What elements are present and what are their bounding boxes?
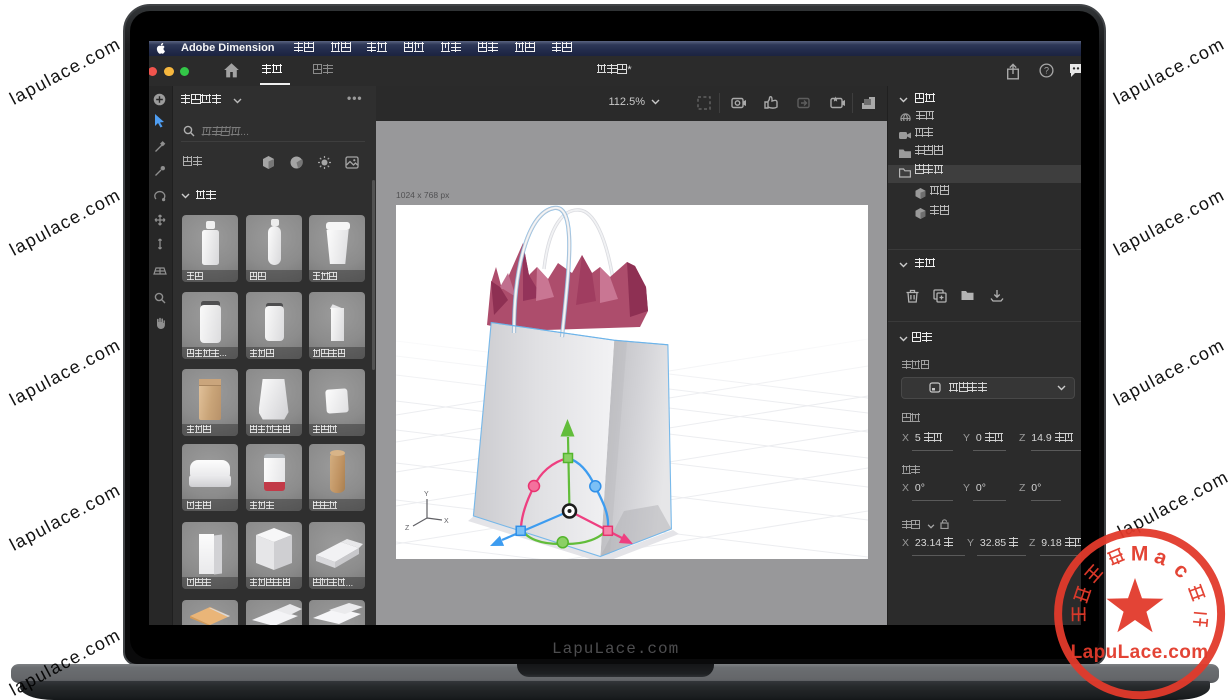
svg-text:X: X: [444, 518, 449, 525]
svg-text:?: ?: [1044, 66, 1049, 76]
svg-text:c: c: [1169, 558, 1194, 583]
svg-text:Z: Z: [405, 525, 410, 532]
svg-text:Y: Y: [424, 491, 429, 498]
svg-text:a: a: [1151, 545, 1170, 571]
svg-text:M: M: [1131, 543, 1149, 566]
svg-text:LapuLace.com: LapuLace.com: [1071, 642, 1209, 663]
